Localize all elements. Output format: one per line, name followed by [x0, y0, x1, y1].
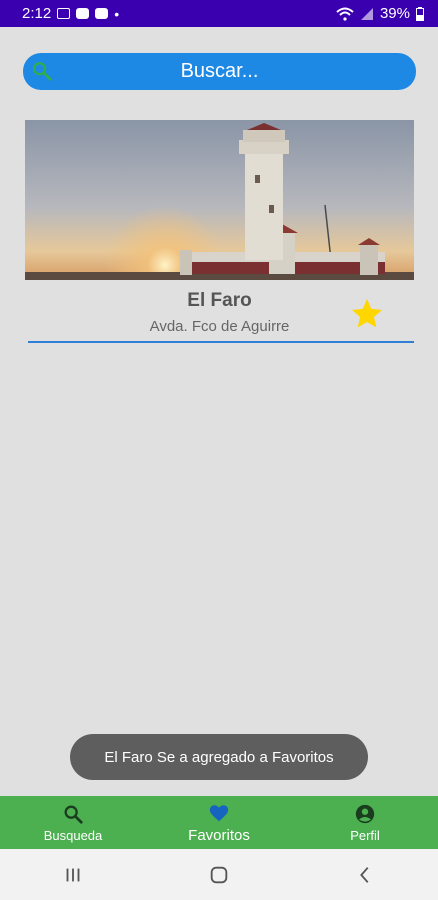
battery-percent: 39% — [379, 5, 410, 22]
youtube-icon-2 — [95, 8, 109, 19]
wifi-icon — [336, 7, 354, 21]
toast-message: El Faro Se a agregado a Favoritos — [70, 734, 368, 780]
search-icon — [64, 805, 83, 824]
gallery-icon — [57, 8, 71, 19]
place-card[interactable]: El Faro Avda. Fco de Aguirre — [25, 120, 414, 343]
status-time: 2:12 — [22, 5, 52, 22]
nav-item-favoritos[interactable]: Favoritos — [146, 796, 292, 849]
heart-icon — [209, 804, 229, 821]
battery-icon — [416, 6, 424, 21]
youtube-icon — [76, 8, 90, 19]
search-icon — [33, 62, 52, 81]
status-bar: 2:12 • 39% — [0, 0, 438, 27]
nav-item-busqueda[interactable]: Busqueda — [0, 796, 146, 849]
search-placeholder: Buscar... — [180, 60, 259, 82]
search-bar[interactable]: Buscar... — [23, 53, 416, 90]
nav-item-perfil[interactable]: Perfil — [292, 796, 438, 849]
nav-label-busqueda: Busqueda — [43, 827, 103, 843]
nav-label-favoritos: Favoritos — [188, 826, 250, 844]
system-navigation-bar — [0, 849, 438, 900]
lighthouse-photo — [25, 120, 414, 280]
bottom-navigation: Busqueda Favoritos Perfil — [0, 796, 438, 849]
card-divider — [28, 341, 414, 343]
favorite-star-icon[interactable] — [349, 296, 385, 332]
back-icon[interactable] — [354, 864, 376, 886]
signal-icon — [360, 7, 373, 20]
notification-dot-icon: • — [114, 5, 120, 22]
home-icon[interactable] — [208, 864, 230, 886]
account-icon — [355, 804, 375, 823]
recent-apps-icon[interactable] — [62, 864, 84, 886]
nav-label-perfil: Perfil — [350, 827, 380, 843]
